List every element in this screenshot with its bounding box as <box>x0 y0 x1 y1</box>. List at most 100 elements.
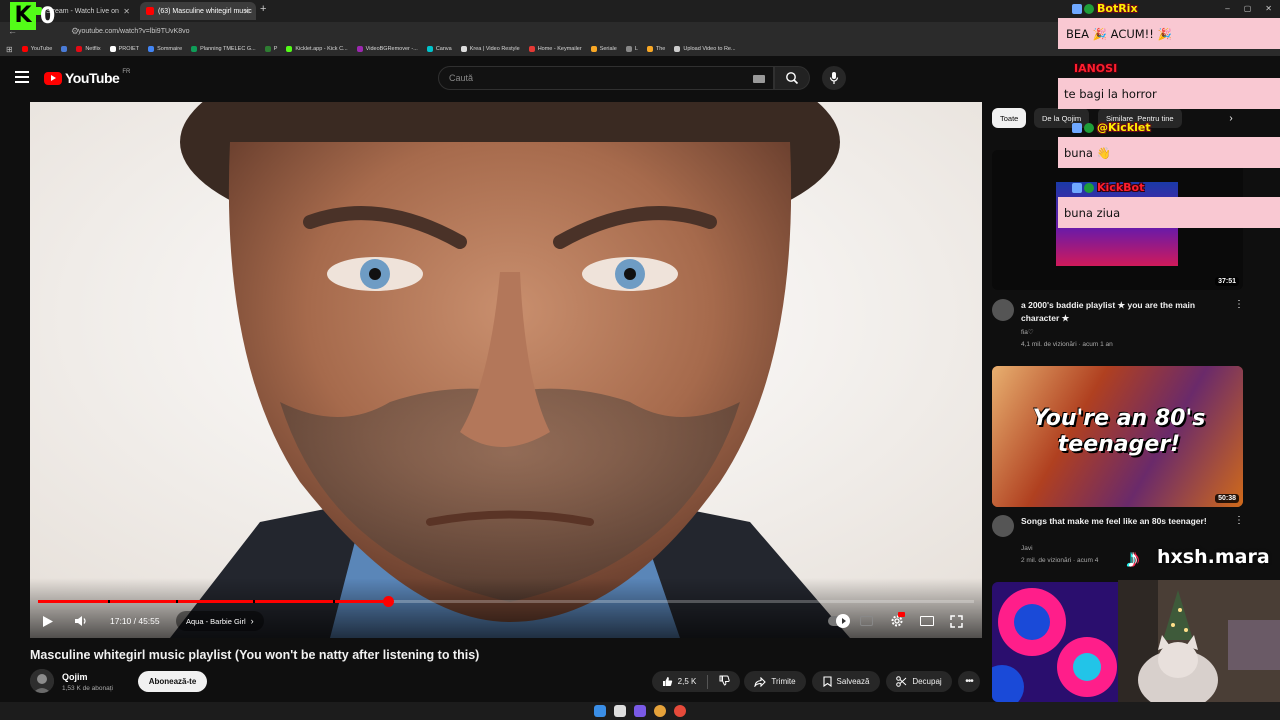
chip-all[interactable]: Toate <box>992 108 1027 128</box>
bot-badge-icon <box>1072 183 1082 193</box>
kick-logo: K <box>10 2 36 30</box>
bookmark-icon <box>356 46 363 52</box>
menu-icon[interactable] <box>15 71 29 83</box>
recommendation-title[interactable]: a 2000's baddie playlist ★ you are the m… <box>1021 299 1221 325</box>
channel-avatar[interactable] <box>30 669 54 693</box>
fullscreen-button[interactable] <box>950 610 963 632</box>
progress-bar[interactable] <box>38 596 974 607</box>
bookmark[interactable]: Sommaire <box>148 46 182 52</box>
like-button[interactable]: 2,5 K <box>662 676 696 687</box>
tiktok-icon: ♪ <box>1126 543 1140 573</box>
minimize-icon[interactable]: – <box>1225 4 1229 13</box>
play-button[interactable] <box>42 610 54 632</box>
progress-scrubber[interactable] <box>383 596 395 607</box>
more-vertical-icon[interactable]: ⋮ <box>1234 515 1244 529</box>
microphone-icon <box>829 72 839 84</box>
new-tab-icon[interactable]: + <box>260 3 266 15</box>
close-tab-icon[interactable]: ✕ <box>243 7 250 16</box>
search-button[interactable] <box>774 66 810 90</box>
avatar-image <box>30 669 54 693</box>
subscribe-button[interactable]: Abonează-te <box>138 671 207 692</box>
bookmark[interactable] <box>61 46 68 52</box>
chevron-right-icon[interactable]: › <box>1222 108 1240 128</box>
more-actions-button[interactable]: ••• <box>958 671 980 692</box>
app-icon[interactable] <box>634 705 646 717</box>
netflix-icon <box>76 46 83 52</box>
chat-username: @Kicklet <box>1072 121 1151 134</box>
bookmark[interactable]: Planning TMELEC G... <box>191 46 256 52</box>
file-explorer-icon[interactable] <box>614 705 626 717</box>
bot-badge-icon <box>1072 4 1082 14</box>
channel-name[interactable]: Qojim <box>62 672 88 682</box>
chat-text: BEA 🎉 ACUM!! 🎉 <box>1066 27 1172 41</box>
bookmark[interactable]: L <box>625 46 638 52</box>
theater-icon <box>920 616 934 626</box>
bookmark[interactable]: Kicklet.app - Kick C... <box>286 46 348 52</box>
verified-badge-icon <box>1084 4 1094 14</box>
bookmark[interactable]: YouTube <box>21 46 52 52</box>
fullscreen-icon <box>950 614 963 628</box>
bookmark[interactable]: PROIET <box>109 46 139 52</box>
clip-button[interactable]: Decupaj <box>886 671 952 692</box>
channel-avatar[interactable] <box>992 515 1014 537</box>
hd-badge <box>898 612 905 617</box>
apps-icon[interactable]: ⊞ <box>6 45 13 54</box>
subscriber-count: 1,53 K de abonați <box>62 685 113 692</box>
bookmark[interactable]: P <box>264 46 277 52</box>
subtitles-button[interactable] <box>860 610 873 632</box>
chrome-icon[interactable] <box>654 705 666 717</box>
chat-username: KickBot <box>1072 181 1144 194</box>
recommendation-channel[interactable]: fia♡ <box>1021 328 1034 336</box>
settings-button[interactable] <box>890 610 905 632</box>
tab-label: (63) Masculine whitegirl music <box>158 7 252 15</box>
bot-badge-icon <box>1072 123 1082 133</box>
youtube-logo[interactable]: YouTube FR <box>44 69 131 86</box>
tab-youtube-video[interactable]: (63) Masculine whitegirl music ✕ <box>140 2 256 20</box>
maximize-icon[interactable]: ▢ <box>1244 4 1252 13</box>
bookmark[interactable]: Upload Video to Re... <box>674 46 736 52</box>
app-icon[interactable] <box>674 705 686 717</box>
theater-mode-button[interactable] <box>920 610 934 632</box>
tab-label: Stream - Watch Live on <box>46 7 119 15</box>
bookmark[interactable]: VideoBGRemover -... <box>356 46 418 52</box>
volume-button[interactable] <box>74 610 87 632</box>
bookmark[interactable]: Home - Keymailer <box>528 46 582 52</box>
windows-start-icon[interactable] <box>594 705 606 717</box>
channel-avatar[interactable] <box>992 299 1014 321</box>
share-button[interactable]: Trimite <box>744 671 806 692</box>
youtube-logo-text: YouTube <box>65 70 120 86</box>
chat-text: buna 👋 <box>1064 146 1111 160</box>
region-code: FR <box>122 69 131 75</box>
url-field[interactable]: youtube.com/watch?v=lbi9TUvK8vo <box>78 28 189 35</box>
bookmark[interactable]: Netflix <box>76 46 101 52</box>
share-icon <box>754 676 767 687</box>
bookmark[interactable]: Canva <box>426 46 452 52</box>
recommendation-channel[interactable]: Javi <box>1021 545 1033 552</box>
recommendation-thumbnail[interactable]: You're an 80's teenager! 50:38 <box>992 366 1243 507</box>
verified-badge-icon <box>1084 183 1094 193</box>
search-box[interactable]: Caută <box>438 66 774 90</box>
chapter-button[interactable]: Aqua - Barbie Girl › <box>176 611 264 631</box>
video-duration: 37:51 <box>1215 277 1239 286</box>
search-input[interactable]: Caută <box>449 73 473 83</box>
close-window-icon[interactable]: ✕ <box>1265 4 1272 13</box>
toggle-track <box>828 614 850 628</box>
youtube-play-icon <box>44 71 62 85</box>
bookmark[interactable]: Krea | Video Restyle <box>460 46 520 52</box>
keyboard-icon[interactable] <box>753 75 765 83</box>
recommendation-title[interactable]: Songs that make me feel like an 80s teen… <box>1021 515 1221 528</box>
autoplay-toggle[interactable] <box>828 610 850 632</box>
bookmark[interactable]: Seriale <box>590 46 617 52</box>
os-taskbar <box>0 702 1280 720</box>
bookmark[interactable]: The <box>646 46 665 52</box>
bookmark-icon <box>460 46 467 52</box>
dislike-button[interactable] <box>719 675 731 688</box>
voice-search-button[interactable] <box>822 66 846 90</box>
close-tab-icon[interactable]: ✕ <box>123 7 130 16</box>
bookmark-icon <box>528 46 535 52</box>
recommendation-meta: 4,1 mil. de vizionări · acum 1 an <box>1021 341 1113 348</box>
video-player[interactable] <box>30 102 982 638</box>
video-duration: 50:38 <box>1215 494 1239 503</box>
save-button[interactable]: Salvează <box>812 671 880 692</box>
more-vertical-icon[interactable]: ⋮ <box>1234 299 1244 313</box>
